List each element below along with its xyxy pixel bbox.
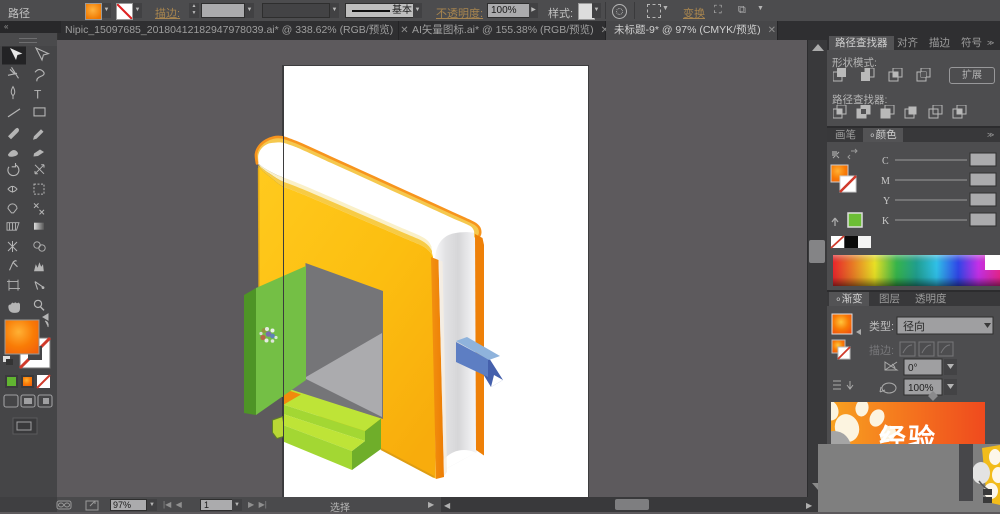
svg-text:0°: 0° bbox=[908, 363, 918, 374]
svg-text:T: T bbox=[34, 88, 42, 102]
svg-text:径向: 径向 bbox=[903, 319, 925, 333]
svg-text:100%: 100% bbox=[908, 383, 934, 394]
svg-text:类型:: 类型: bbox=[869, 319, 894, 333]
svg-text:描边:: 描边: bbox=[869, 343, 894, 357]
svg-text:经验: 经验 bbox=[879, 423, 937, 444]
svg-text:C: C bbox=[882, 156, 889, 167]
svg-text:M: M bbox=[881, 176, 890, 187]
svg-text:Y: Y bbox=[883, 196, 890, 207]
svg-text:K: K bbox=[882, 216, 890, 227]
